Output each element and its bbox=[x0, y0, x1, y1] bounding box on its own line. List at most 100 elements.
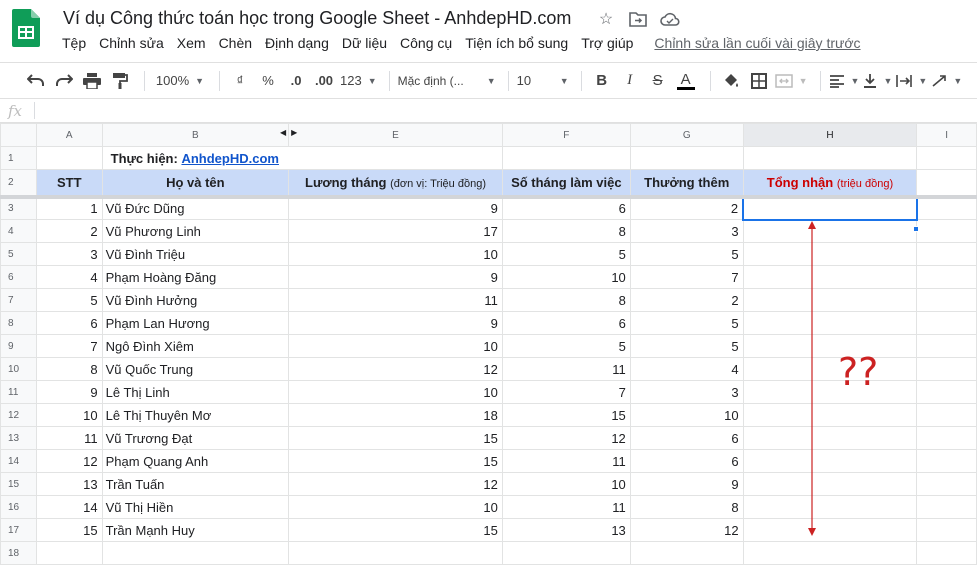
menu-edit[interactable]: Chỉnh sửa bbox=[99, 35, 164, 51]
row-header[interactable]: 16 bbox=[0, 495, 37, 519]
redo-icon[interactable] bbox=[52, 67, 76, 95]
text-color-button[interactable]: A bbox=[674, 67, 698, 95]
paint-format-icon[interactable] bbox=[108, 67, 132, 95]
cell-name[interactable]: Vũ Đình Triệu bbox=[101, 242, 290, 266]
cell[interactable] bbox=[501, 541, 631, 565]
cell-stt[interactable]: 7 bbox=[35, 334, 103, 358]
row-header[interactable]: 1 bbox=[0, 146, 37, 170]
cell-total[interactable] bbox=[742, 288, 918, 312]
cell[interactable] bbox=[742, 146, 918, 170]
cell-stt[interactable]: 10 bbox=[35, 403, 103, 427]
cell-stt[interactable]: 11 bbox=[35, 426, 103, 450]
row-header[interactable]: 15 bbox=[0, 472, 37, 496]
cell[interactable] bbox=[916, 169, 977, 199]
formula-input[interactable] bbox=[42, 103, 962, 120]
column-header-I[interactable]: I bbox=[916, 123, 977, 147]
cell-months[interactable]: 8 bbox=[501, 288, 631, 312]
cell-stt[interactable]: 9 bbox=[35, 380, 103, 404]
cell-months[interactable]: 6 bbox=[501, 311, 631, 335]
cell-bonus[interactable]: 8 bbox=[629, 495, 744, 519]
document-title[interactable]: Ví dụ Công thức toán học trong Google Sh… bbox=[63, 8, 571, 29]
column-header-F[interactable]: F bbox=[501, 123, 631, 147]
cell-months[interactable]: 10 bbox=[501, 472, 631, 496]
cell[interactable] bbox=[916, 541, 977, 565]
row-header[interactable]: 3 bbox=[0, 196, 37, 220]
row-header[interactable]: 7 bbox=[0, 288, 37, 312]
cell-total[interactable] bbox=[742, 518, 918, 542]
cell-salary[interactable]: 11 bbox=[288, 288, 503, 312]
row-header[interactable]: 2 bbox=[0, 169, 37, 199]
credit-link[interactable]: AnhdepHD.com bbox=[181, 151, 279, 166]
cell[interactable] bbox=[916, 380, 977, 404]
cell[interactable] bbox=[629, 541, 744, 565]
header-salary[interactable]: Lương tháng (đơn vị: Triệu đồng) bbox=[288, 169, 503, 199]
row-header[interactable]: 9 bbox=[0, 334, 37, 358]
cell-salary[interactable]: 10 bbox=[288, 242, 503, 266]
hidden-columns-left-arrow-icon[interactable]: ◀ bbox=[280, 128, 286, 137]
text-rotation-icon[interactable]: ▼ bbox=[931, 67, 962, 95]
cell[interactable] bbox=[288, 541, 503, 565]
cell-stt[interactable]: 13 bbox=[35, 472, 103, 496]
cell[interactable] bbox=[629, 146, 744, 170]
cell-months[interactable]: 5 bbox=[501, 242, 631, 266]
sheets-logo[interactable] bbox=[12, 9, 40, 47]
cell-months[interactable]: 11 bbox=[501, 357, 631, 381]
cell-stt[interactable]: 5 bbox=[35, 288, 103, 312]
menu-tools[interactable]: Công cụ bbox=[400, 35, 452, 51]
cell-salary[interactable]: 12 bbox=[288, 357, 503, 381]
cell-total[interactable] bbox=[742, 265, 918, 289]
menu-help[interactable]: Trợ giúp bbox=[581, 35, 633, 51]
cell-months[interactable]: 11 bbox=[501, 449, 631, 473]
cell-bonus[interactable]: 6 bbox=[629, 426, 744, 450]
cell-total[interactable] bbox=[742, 334, 918, 358]
cell-salary[interactable]: 15 bbox=[288, 518, 503, 542]
cell-total[interactable] bbox=[742, 449, 918, 473]
cell-stt[interactable]: 15 bbox=[35, 518, 103, 542]
cell-stt[interactable]: 6 bbox=[35, 311, 103, 335]
cell-bonus[interactable]: 12 bbox=[629, 518, 744, 542]
zoom-select[interactable]: 100% ▼ bbox=[153, 67, 207, 95]
column-header-B[interactable]: B ◀ bbox=[101, 123, 290, 147]
cell[interactable] bbox=[916, 403, 977, 427]
row-header[interactable]: 11 bbox=[0, 380, 37, 404]
cell-name[interactable]: Phạm Lan Hương bbox=[101, 311, 290, 335]
strikethrough-button[interactable]: S bbox=[646, 67, 670, 95]
row-header[interactable]: 5 bbox=[0, 242, 37, 266]
header-bonus[interactable]: Thưởng thêm bbox=[629, 169, 744, 199]
cell-stt[interactable]: 4 bbox=[35, 265, 103, 289]
cell[interactable] bbox=[916, 449, 977, 473]
cell-total[interactable] bbox=[742, 495, 918, 519]
increase-decimal-button[interactable]: .00 bbox=[312, 67, 336, 95]
cloud-status-icon[interactable] bbox=[660, 9, 680, 29]
cell-total[interactable] bbox=[742, 219, 918, 243]
cell-bonus[interactable]: 5 bbox=[629, 334, 744, 358]
cell-months[interactable]: 11 bbox=[501, 495, 631, 519]
cell-months[interactable]: 12 bbox=[501, 426, 631, 450]
row-header[interactable]: 12 bbox=[0, 403, 37, 427]
cell[interactable] bbox=[916, 357, 977, 381]
cell-total[interactable] bbox=[742, 403, 918, 427]
text-wrap-icon[interactable]: ▼ bbox=[896, 67, 927, 95]
cell[interactable] bbox=[916, 472, 977, 496]
cell-months[interactable]: 15 bbox=[501, 403, 631, 427]
cell-total[interactable] bbox=[742, 380, 918, 404]
cell[interactable] bbox=[35, 541, 103, 565]
cell-bonus[interactable]: 3 bbox=[629, 380, 744, 404]
row-header[interactable]: 10 bbox=[0, 357, 37, 381]
cell[interactable] bbox=[916, 196, 977, 220]
column-header-A[interactable]: A bbox=[35, 123, 103, 147]
cell-months[interactable]: 5 bbox=[501, 334, 631, 358]
cell-bonus[interactable]: 2 bbox=[629, 196, 744, 220]
cell-salary[interactable]: 17 bbox=[288, 219, 503, 243]
header-total[interactable]: Tổng nhận (triệu đồng) bbox=[742, 169, 918, 199]
decrease-decimal-button[interactable]: .0 bbox=[284, 67, 308, 95]
cell-salary[interactable]: 10 bbox=[288, 495, 503, 519]
row-header[interactable]: 13 bbox=[0, 426, 37, 450]
cell-name[interactable]: Ngô Đình Xiêm bbox=[101, 334, 290, 358]
cell-months[interactable]: 6 bbox=[501, 196, 631, 220]
star-icon[interactable]: ☆ bbox=[596, 9, 616, 29]
cell-bonus[interactable]: 4 bbox=[629, 357, 744, 381]
cell[interactable] bbox=[916, 334, 977, 358]
cell-name[interactable]: Phạm Quang Anh bbox=[101, 449, 290, 473]
cell-bonus[interactable]: 5 bbox=[629, 242, 744, 266]
